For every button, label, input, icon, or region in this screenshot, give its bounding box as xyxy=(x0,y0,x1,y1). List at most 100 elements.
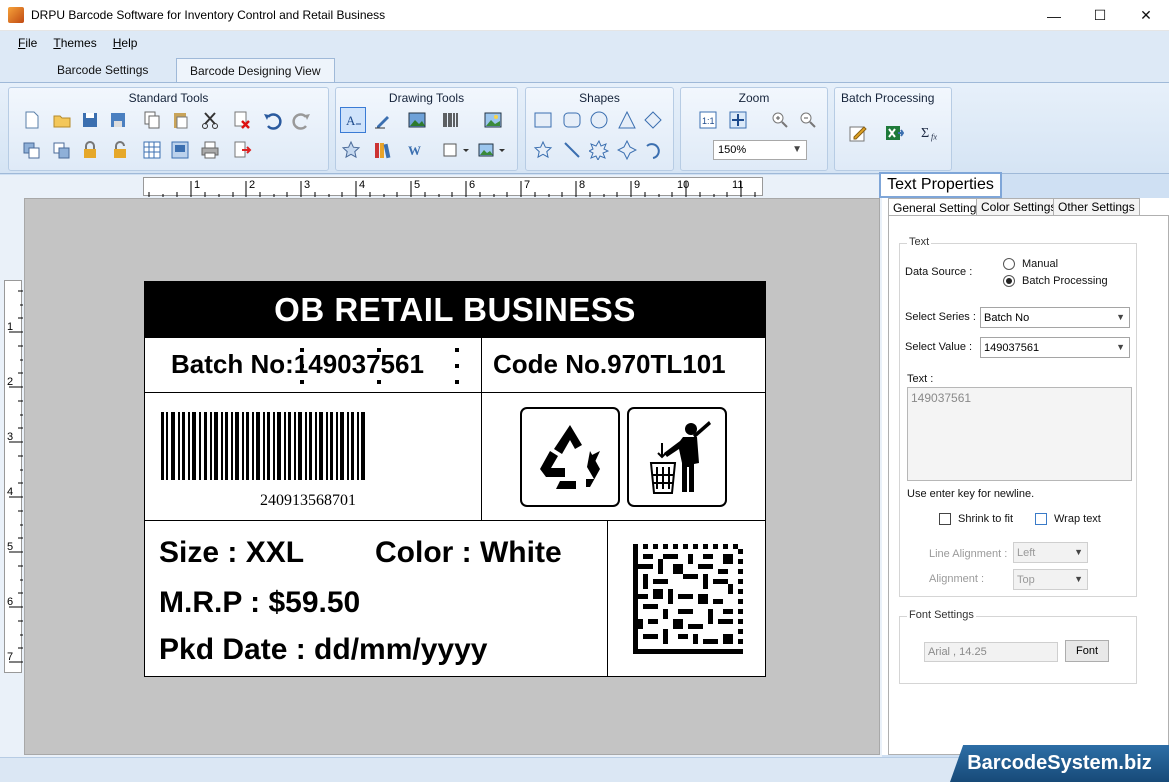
library-icon[interactable] xyxy=(372,139,394,161)
rounded-rectangle-icon[interactable] xyxy=(561,109,583,131)
selection-handle[interactable] xyxy=(377,348,381,352)
barcode-tool-icon[interactable] xyxy=(440,109,462,131)
formula-icon[interactable]: Σfx xyxy=(917,120,945,146)
wrap-text-label[interactable]: Wrap text xyxy=(1054,513,1101,525)
menu-file[interactable]: File xyxy=(10,36,45,50)
batch-processing-label: Batch Processing xyxy=(841,91,935,105)
selection-handle[interactable] xyxy=(455,348,459,352)
color-text[interactable]: Color : White xyxy=(375,536,562,570)
print-icon[interactable] xyxy=(199,139,221,161)
pkd-date-text[interactable]: Pkd Date : dd/mm/yyyy xyxy=(159,633,487,667)
font-button[interactable]: Font xyxy=(1065,640,1109,662)
shrink-to-fit-label[interactable]: Shrink to fit xyxy=(958,513,1013,525)
actual-size-icon[interactable]: 1:1 xyxy=(697,109,719,131)
bring-front-icon[interactable] xyxy=(51,139,73,161)
ruler-v-6: 6 xyxy=(7,596,14,608)
burst-icon[interactable] xyxy=(588,139,610,161)
selection-handle[interactable] xyxy=(300,348,304,352)
grid-icon[interactable] xyxy=(141,139,163,161)
save-icon[interactable] xyxy=(79,109,101,131)
mrp-text[interactable]: M.R.P : $59.50 xyxy=(159,586,360,620)
label-header[interactable]: OB RETAIL BUSINESS xyxy=(145,282,765,338)
line-icon[interactable] xyxy=(561,139,583,161)
menu-themes[interactable]: Themes xyxy=(45,36,104,50)
undo-icon[interactable] xyxy=(261,109,283,131)
close-button[interactable]: ✕ xyxy=(1123,0,1169,31)
size-text[interactable]: Size : XXL xyxy=(159,536,304,570)
shape-fill-dropdown-icon[interactable] xyxy=(440,139,472,161)
zoom-level-select[interactable]: 150% ▼ xyxy=(713,140,807,160)
watermark-icon[interactable]: W xyxy=(406,139,428,161)
divider xyxy=(145,520,765,521)
batch-processing-radio-label[interactable]: Batch Processing xyxy=(1022,275,1108,287)
divider xyxy=(607,520,608,676)
selection-handle[interactable] xyxy=(377,380,381,384)
alignment-dropdown[interactable]: Top ▼ xyxy=(1013,569,1088,590)
batch-number-text[interactable]: Batch No:149037561 xyxy=(171,349,424,380)
cut-icon[interactable] xyxy=(199,109,221,131)
lock-icon[interactable] xyxy=(79,139,101,161)
tab-barcode-designing-view[interactable]: Barcode Designing View xyxy=(176,58,335,82)
export-icon[interactable] xyxy=(231,139,253,161)
star-icon[interactable] xyxy=(532,139,554,161)
zoom-out-icon[interactable] xyxy=(797,109,819,131)
image-library-icon[interactable] xyxy=(482,109,504,131)
manual-radio[interactable] xyxy=(1003,258,1015,270)
ruler-h-7: 7 xyxy=(524,179,531,191)
star-tool-icon[interactable] xyxy=(340,139,362,161)
save-as-icon[interactable] xyxy=(107,109,129,131)
ellipse-icon[interactable] xyxy=(588,109,610,131)
tab-other-settings[interactable]: Other Settings xyxy=(1053,198,1140,216)
selection-handle[interactable] xyxy=(300,364,304,368)
paste-icon[interactable] xyxy=(169,109,191,131)
unlock-icon[interactable] xyxy=(109,139,131,161)
selection-handle[interactable] xyxy=(455,364,459,368)
select-value-dropdown[interactable]: 149037561 ▼ xyxy=(980,337,1130,358)
batch-processing-radio[interactable] xyxy=(1003,275,1015,287)
wrap-text-checkbox[interactable] xyxy=(1035,513,1047,525)
minimize-button[interactable]: — xyxy=(1031,0,1077,31)
tab-barcode-settings[interactable]: Barcode Settings xyxy=(44,58,161,82)
send-back-icon[interactable] xyxy=(21,139,43,161)
redo-icon[interactable] xyxy=(291,109,313,131)
line-alignment-dropdown[interactable]: Left ▼ xyxy=(1013,542,1088,563)
barcode-number[interactable]: 240913568701 xyxy=(260,492,356,510)
diamond-icon[interactable] xyxy=(642,109,664,131)
code-number-text[interactable]: Code No.970TL101 xyxy=(493,349,726,380)
recycle-icon[interactable] xyxy=(520,407,620,507)
delete-icon[interactable] xyxy=(231,109,253,131)
four-point-star-icon[interactable] xyxy=(616,139,638,161)
new-icon[interactable] xyxy=(21,109,43,131)
fit-to-window-icon[interactable] xyxy=(727,109,749,131)
selection-handle[interactable] xyxy=(455,380,459,384)
datamatrix-barcode[interactable] xyxy=(633,544,743,654)
zoom-in-icon[interactable] xyxy=(769,109,791,131)
select-value-label: Select Value : xyxy=(905,341,973,353)
image-view-icon[interactable] xyxy=(169,139,191,161)
copy-icon[interactable] xyxy=(141,109,163,131)
open-icon[interactable] xyxy=(51,109,73,131)
menu-help[interactable]: Help xyxy=(105,36,146,50)
text-tool-icon[interactable]: A xyxy=(340,107,366,133)
triangle-icon[interactable] xyxy=(616,109,638,131)
dispose-trash-icon[interactable] xyxy=(627,407,727,507)
text-input[interactable]: 149037561 xyxy=(907,387,1132,481)
linear-barcode[interactable] xyxy=(161,412,371,484)
ruler-h-4: 4 xyxy=(359,179,366,191)
excel-import-icon[interactable] xyxy=(881,120,907,146)
arc-icon[interactable] xyxy=(642,139,664,161)
maximize-button[interactable]: ☐ xyxy=(1077,0,1123,31)
tab-strip: Barcode Settings Barcode Designing View xyxy=(0,55,1169,82)
batch-edit-icon[interactable] xyxy=(845,120,871,146)
selection-handle[interactable] xyxy=(300,380,304,384)
shrink-to-fit-checkbox[interactable] xyxy=(939,513,951,525)
image-dropdown-icon[interactable] xyxy=(476,139,508,161)
pencil-icon[interactable] xyxy=(372,109,394,131)
ruler-v-7: 7 xyxy=(7,651,14,663)
picture-icon[interactable] xyxy=(406,109,428,131)
rectangle-icon[interactable] xyxy=(532,109,554,131)
tab-color-settings[interactable]: Color Settings xyxy=(976,198,1062,216)
select-series-dropdown[interactable]: Batch No ▼ xyxy=(980,307,1130,328)
manual-label[interactable]: Manual xyxy=(1022,258,1058,270)
barcode-label[interactable]: OB RETAIL BUSINESS Batch No:149037561 Co… xyxy=(144,281,766,677)
